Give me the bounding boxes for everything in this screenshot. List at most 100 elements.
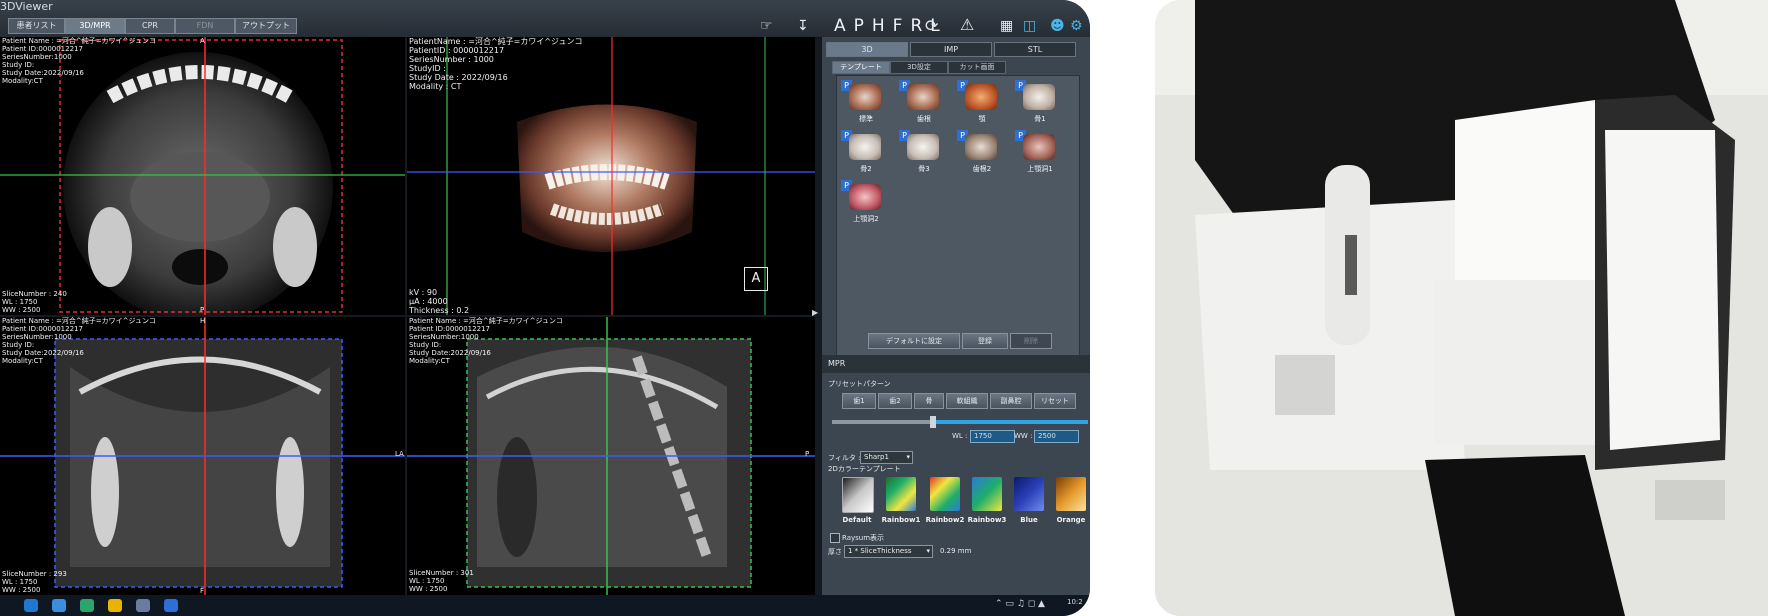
coronal-marker-h: H: [200, 317, 206, 325]
template-item[interactable]: P 歯根2: [957, 130, 1007, 178]
preset-sinus-button[interactable]: 副鼻腔: [990, 393, 1032, 409]
template-item[interactable]: P 骨1: [1015, 80, 1065, 128]
template-thumbnail: [1023, 134, 1055, 160]
tab-fdn[interactable]: FDN: [175, 18, 235, 34]
template-thumbnail: [907, 84, 939, 110]
preset-label: プリセットパターン: [828, 380, 891, 388]
download-icon[interactable]: ↧: [797, 18, 809, 34]
tab-stl[interactable]: STL: [994, 42, 1076, 57]
thickness-select[interactable]: 1 * SliceThickness ▾: [844, 545, 933, 558]
warning-icon[interactable]: ⚠: [960, 15, 974, 34]
template-item[interactable]: P 歯根: [899, 80, 949, 128]
window-width: WW : 2500: [2, 306, 41, 314]
tab-output[interactable]: アウトプット: [235, 18, 297, 34]
edge-icon[interactable]: [24, 599, 38, 612]
axial-marker-p: P: [200, 306, 205, 314]
app-icon[interactable]: [108, 599, 122, 612]
colormap-rainbow1[interactable]: [886, 477, 916, 511]
coronal-viewport[interactable]: Patient Name : =河合^純子=カワイ^ジュンコ Patient I…: [0, 317, 405, 595]
template-item[interactable]: P 骨3: [899, 130, 949, 178]
preset-bone-button[interactable]: 骨: [914, 393, 944, 409]
mpr-section-header: MPR: [822, 355, 1090, 373]
subtab-cut-screen[interactable]: カット画面: [948, 61, 1006, 74]
series-number: SeriesNumber : 1000: [409, 55, 494, 64]
tab-patient-list[interactable]: 患者リスト: [8, 18, 65, 34]
tab-imp[interactable]: IMP: [910, 42, 992, 57]
patient-id: Patient ID:0000012217: [2, 325, 83, 333]
ww-input[interactable]: 2500: [1034, 430, 1079, 443]
panel-collapse-icon[interactable]: ▶: [812, 308, 818, 317]
template-thumbnail: [849, 84, 881, 110]
study-date: Study Date : 2022/09/16: [409, 73, 508, 82]
template-item[interactable]: P 骨2: [841, 130, 891, 178]
window-slider[interactable]: [832, 416, 1088, 428]
template-item[interactable]: P 上顎洞2: [841, 180, 891, 228]
tab-3d-mpr[interactable]: 3D/MPR: [65, 18, 125, 34]
set-default-button[interactable]: デフォルトに設定: [868, 333, 960, 349]
subtab-template[interactable]: テンプレート: [832, 61, 890, 74]
register-button[interactable]: 登録: [962, 333, 1008, 349]
colormap-blue[interactable]: [1014, 477, 1044, 511]
patient-id: Patient ID:0000012217: [409, 325, 490, 333]
orientation-box[interactable]: A: [744, 267, 768, 291]
template-item[interactable]: P 上顎洞1: [1015, 130, 1065, 178]
patient-id: Patient ID:0000012217: [2, 45, 83, 53]
control-panel: 3D IMP STL テンプレート 3D設定 カット画面 P 標準 P 歯根 P…: [822, 37, 1090, 595]
preset-tooth1-button[interactable]: 歯1: [842, 393, 876, 409]
delete-button[interactable]: 削除: [1010, 333, 1052, 349]
settings-icon[interactable]: ⚙: [1070, 18, 1083, 34]
filter-select[interactable]: Sharp1 ▾: [860, 451, 913, 464]
window-slider-knob[interactable]: [930, 416, 936, 428]
preset-soft-tissue-button[interactable]: 軟組織: [946, 393, 988, 409]
axial-patient-info: Patient Name : =河合^純子=カワイ^ジュンコ Patient I…: [2, 37, 156, 85]
subtab-3d-settings[interactable]: 3D設定: [890, 61, 948, 74]
tab-3d[interactable]: 3D: [826, 42, 908, 57]
thickness-value: Thickness : 0.2: [409, 306, 470, 315]
colormap-label-orange: Orange: [1056, 516, 1086, 524]
template-label: 標準: [859, 115, 873, 123]
app-toolbar: 3DViewer 患者リスト 3D/MPR CPR FDN アウトプット ☞ ↧…: [0, 0, 1090, 38]
layout-icon[interactable]: ◫: [1023, 18, 1036, 34]
app-icon[interactable]: [52, 599, 66, 612]
ua-value: μA : 4000: [409, 297, 448, 306]
grid-icon[interactable]: ▦: [1000, 18, 1013, 34]
patient-name: Patient Name : =河合^純子=カワイ^ジュンコ: [409, 317, 564, 325]
template-item[interactable]: P 標準: [841, 80, 891, 128]
study-id: Study ID:: [2, 341, 35, 349]
tab-cpr[interactable]: CPR: [125, 18, 175, 34]
template-thumbnail: [965, 134, 997, 160]
preset-reset-button[interactable]: リセット: [1034, 393, 1076, 409]
colormap-orange[interactable]: [1056, 477, 1086, 511]
colormap-default[interactable]: [842, 477, 874, 513]
template-label: 歯根2: [972, 165, 992, 173]
volume-viewport[interactable]: PatientName : =河合^純子=カワイ^ジュンコ PatientID …: [407, 37, 815, 315]
template-label: 上顎洞1: [1027, 165, 1053, 173]
colormap-rainbow2[interactable]: [930, 477, 960, 511]
sagittal-viewport[interactable]: Patient Name : =河合^純子=カワイ^ジュンコ Patient I…: [407, 317, 815, 595]
preset-tooth2-button[interactable]: 歯2: [878, 393, 912, 409]
sagittal-marker-p: P: [805, 450, 810, 458]
sagittal-patient-info: Patient Name : =河合^純子=カワイ^ジュンコ Patient I…: [409, 317, 563, 365]
axial-viewport[interactable]: Patient Name : =河合^純子=カワイ^ジュンコ Patient I…: [0, 37, 405, 315]
template-label: 上顎洞2: [853, 215, 879, 223]
wl-label: WL :: [952, 432, 968, 440]
pan-icon[interactable]: ☞: [760, 18, 773, 34]
template-thumbnail: [849, 134, 881, 160]
taskbar-clock: 10:2: [1067, 598, 1083, 606]
user-icon[interactable]: ☻: [1050, 18, 1065, 34]
app-icon[interactable]: [80, 599, 94, 612]
scanner-photo: [1155, 0, 1768, 616]
colormap-rainbow3[interactable]: [972, 477, 1002, 511]
template-label: 骨1: [1034, 115, 1046, 123]
template-thumbnail: [1023, 84, 1055, 110]
viewer-app-icon[interactable]: [164, 599, 178, 612]
template-label: 歯根: [917, 115, 931, 123]
raysum-checkbox[interactable]: [830, 533, 840, 543]
kv-value: kV : 90: [409, 288, 438, 297]
template-item[interactable]: P 顎: [957, 80, 1007, 128]
colormap-label-blue: Blue: [1020, 516, 1038, 524]
system-tray[interactable]: ⌃ ▭ ♫ ◻ ▲: [995, 599, 1045, 609]
app-icon[interactable]: [136, 599, 150, 612]
wl-input[interactable]: 1750: [970, 430, 1015, 443]
rotate-icon[interactable]: ⟳: [925, 16, 938, 35]
